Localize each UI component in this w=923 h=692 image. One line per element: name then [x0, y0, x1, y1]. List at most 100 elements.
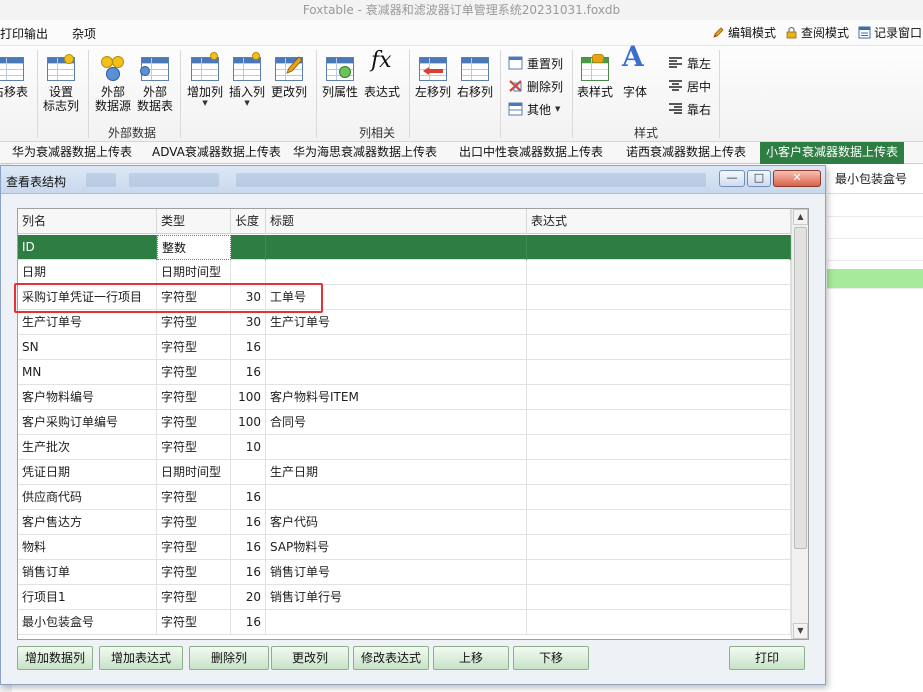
scrollbar-thumb[interactable] [794, 227, 807, 549]
external-table-button[interactable]: 外部 数据表 [137, 54, 173, 113]
expression-button[interactable]: fx 表达式 [364, 50, 400, 100]
cell-expression[interactable] [527, 335, 791, 360]
font-button[interactable]: A 字体 [620, 43, 650, 100]
table-row[interactable]: 物料 字符型 16 SAP物料号 [18, 535, 791, 560]
cell-expression[interactable] [527, 410, 791, 435]
cell-type[interactable]: 字符型 [157, 410, 231, 435]
scroll-down-icon[interactable]: ▼ [793, 623, 808, 639]
cell-length[interactable]: 16 [231, 610, 266, 635]
cell-length[interactable]: 30 [231, 310, 266, 335]
cell-caption[interactable] [266, 260, 527, 285]
cell-length[interactable]: 30 [231, 285, 266, 310]
cell-name[interactable]: 客户售达方 [18, 510, 157, 535]
cell-length[interactable]: 16 [231, 535, 266, 560]
align-left-button[interactable]: 靠左 [668, 54, 711, 72]
menu-print-output[interactable]: 打印输出 [0, 25, 48, 42]
external-source-button[interactable]: 外部 数据源 [95, 54, 131, 113]
table-row[interactable]: 凭证日期 日期时间型 生产日期 [18, 460, 791, 485]
tab-export-neutral[interactable]: 出口中性衰减器数据上传表 [453, 142, 609, 164]
cell-name[interactable]: 最小包装盒号 [18, 610, 157, 635]
align-center-button[interactable]: 居中 [668, 77, 711, 95]
cell-type[interactable]: 字符型 [157, 610, 231, 635]
cell-length[interactable] [231, 460, 266, 485]
cell-length[interactable] [231, 235, 266, 260]
table-row[interactable]: SN 字符型 16 [18, 335, 791, 360]
edit-expression-button[interactable]: 修改表达式 [353, 646, 429, 670]
cell-caption[interactable] [266, 485, 527, 510]
add-data-column-button[interactable]: 增加数据列 [17, 646, 93, 670]
column-header-caption[interactable]: 标题 [266, 209, 527, 234]
dialog-title-bar[interactable]: 查看表结构 — □ ✕ [1, 166, 825, 194]
cell-type[interactable]: 字符型 [157, 585, 231, 610]
cell-caption[interactable] [266, 235, 527, 260]
cell-expression[interactable] [527, 535, 791, 560]
column-properties-button[interactable]: 列属性 [322, 54, 358, 99]
cell-length[interactable]: 10 [231, 435, 266, 460]
move-table-right-button[interactable]: 右移表 [0, 54, 28, 99]
add-expression-button[interactable]: 增加表达式 [99, 646, 183, 670]
modify-column-dialog-button[interactable]: 更改列 [271, 646, 349, 670]
cell-length[interactable]: 16 [231, 510, 266, 535]
cell-caption[interactable]: 客户物料号ITEM [266, 385, 527, 410]
cell-caption[interactable] [266, 610, 527, 635]
cell-name[interactable]: SN [18, 335, 157, 360]
other-menu-button[interactable]: 其他 ▼ [508, 100, 560, 118]
add-column-button[interactable]: 增加列 ▼ [187, 52, 223, 107]
cell-expression[interactable] [527, 360, 791, 385]
cell-caption[interactable]: 销售订单行号 [266, 585, 527, 610]
cell-caption[interactable] [266, 360, 527, 385]
cell-expression[interactable] [527, 460, 791, 485]
cell-expression[interactable] [527, 510, 791, 535]
structure-grid[interactable]: 列名 类型 长度 标题 表达式 ID 整数 日期 日期时间型 采购订单凭证一行项目 字符型… [17, 208, 809, 640]
cell-type[interactable]: 字符型 [157, 485, 231, 510]
cell-name[interactable]: 物料 [18, 535, 157, 560]
cell-name[interactable]: 客户物料编号 [18, 385, 157, 410]
set-flag-column-button[interactable]: 设置 标志列 [43, 54, 79, 113]
cell-name[interactable]: MN [18, 360, 157, 385]
cell-length[interactable]: 16 [231, 560, 266, 585]
table-row[interactable]: ID 整数 [18, 235, 791, 260]
delete-column-button[interactable]: 删除列 [508, 77, 563, 95]
tab-huawei[interactable]: 华为衰减器数据上传表 [6, 142, 138, 164]
cell-caption[interactable] [266, 435, 527, 460]
delete-column-dialog-button[interactable]: 删除列 [189, 646, 269, 670]
cell-type[interactable]: 整数 [157, 235, 231, 260]
table-row[interactable]: 最小包装盒号 字符型 16 [18, 610, 791, 635]
cell-name[interactable]: 日期 [18, 260, 157, 285]
cell-length[interactable]: 16 [231, 335, 266, 360]
view-mode-button[interactable]: 查阅模式 [785, 24, 849, 41]
table-row[interactable]: 行项目1 字符型 20 销售订单行号 [18, 585, 791, 610]
cell-type[interactable]: 字符型 [157, 335, 231, 360]
cell-name[interactable]: 生产订单号 [18, 310, 157, 335]
vertical-scrollbar[interactable]: ▲ ▼ [791, 209, 808, 639]
cell-type[interactable]: 字符型 [157, 285, 231, 310]
cell-length[interactable] [231, 260, 266, 285]
move-column-right-button[interactable]: 右移列 [457, 54, 493, 99]
table-row[interactable]: 采购订单凭证一行项目 字符型 30 工单号 [18, 285, 791, 310]
cell-length[interactable]: 20 [231, 585, 266, 610]
table-style-button[interactable]: 表样式 [577, 54, 613, 99]
cell-expression[interactable] [527, 560, 791, 585]
cell-name[interactable]: 销售订单 [18, 560, 157, 585]
cell-caption[interactable] [266, 335, 527, 360]
cell-type[interactable]: 日期时间型 [157, 460, 231, 485]
cell-caption[interactable]: 合同号 [266, 410, 527, 435]
move-down-button[interactable]: 下移 [513, 646, 589, 670]
column-header-expression[interactable]: 表达式 [527, 209, 791, 234]
tab-small-customer[interactable]: 小客户衰减器数据上传表 [760, 142, 905, 164]
column-header-length[interactable]: 长度 [231, 209, 266, 234]
background-table-row[interactable] [827, 217, 923, 239]
cell-caption[interactable]: 生产日期 [266, 460, 527, 485]
maximize-button[interactable]: □ [747, 170, 771, 187]
table-row[interactable]: 客户物料编号 字符型 100 客户物料号ITEM [18, 385, 791, 410]
scroll-up-icon[interactable]: ▲ [793, 209, 808, 225]
tab-nokia-siemens[interactable]: 诺西衰减器数据上传表 [620, 142, 752, 164]
background-table-row-selected[interactable] [827, 269, 923, 289]
cell-expression[interactable] [527, 285, 791, 310]
cell-type[interactable]: 字符型 [157, 310, 231, 335]
cell-name[interactable]: 行项目1 [18, 585, 157, 610]
table-row[interactable]: MN 字符型 16 [18, 360, 791, 385]
cell-type[interactable]: 字符型 [157, 510, 231, 535]
cell-expression[interactable] [527, 435, 791, 460]
cell-expression[interactable] [527, 235, 791, 260]
